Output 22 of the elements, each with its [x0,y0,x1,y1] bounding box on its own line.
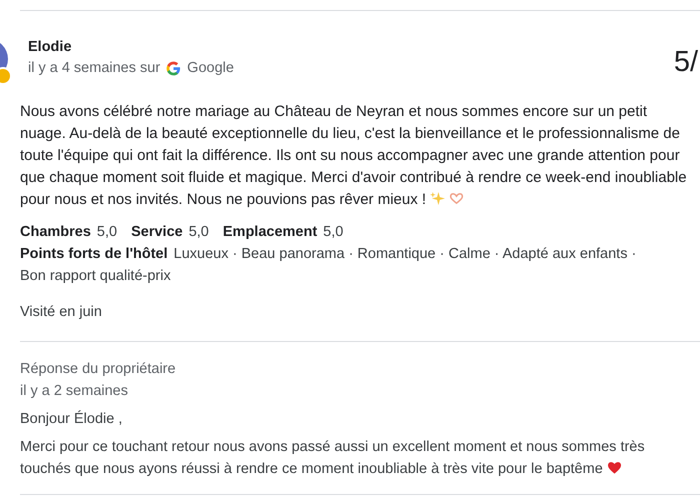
rating-label: Service [131,224,183,240]
source-name: Google [187,59,234,78]
highlights-label: Points forts de l'hôtel [20,246,168,262]
rating-label: Emplacement [222,224,318,240]
visit-date: Visité en juin [20,303,103,322]
sparkles-icon [430,191,446,206]
rating-value: 5,0 [188,224,209,240]
rating-label: Chambres [20,224,91,240]
review-text: Nous avons célébré notre mariage au Château de Neyran et nous sommes encore sur un petit nuage. Au-delà de la beauté exceptionnelle du lieu, c'est la bienveillance et le professionnalisme de toute l'équipe qui ont fait la différence. Ils ont su nous accompagner avec une grande attention pour que chaque moment soit fluide et magique. Merci d'avoir contribué à rendre ce week-end inoubliable pour nous et nos invités. Nous ne pouvions pas rêver mieux ! [20,102,688,210]
reply-time: il y a 2 semaines [20,382,129,401]
review-time: il y a 4 semaines sur [28,59,160,78]
reply-text: Merci pour ce touchant retour nous avons passé aussi un excellent moment et nous sommes très touchés que nous ayons réussi à rendre ce moment inoubliable à très vite pour le baptême [20,438,646,479]
google-logo-icon [166,60,182,76]
reply-greeting: Bonjour Élodie , [20,409,124,429]
rating-value: 5,0 [96,224,118,240]
author-name[interactable]: Elodie [28,37,674,57]
highlights-list: Bon rapport qualité-prix [20,268,171,284]
highlights-list: Luxueux · Beau panorama · Romantique · Calme · Adapté aux enfants · [174,246,636,262]
rating-value: 5,0 [323,224,344,240]
reply-title: Réponse du propriétaire [20,360,177,379]
review-score: 5/ [674,45,698,79]
heart-icon [606,460,622,475]
